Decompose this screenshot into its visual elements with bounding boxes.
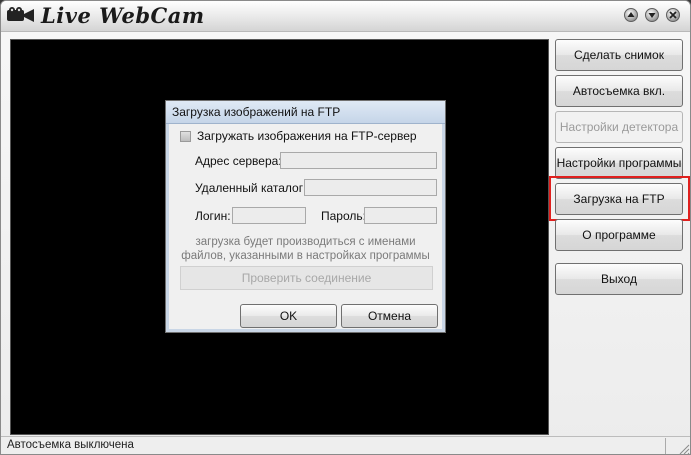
auto-capture-button[interactable]: Автосъемка вкл. xyxy=(555,75,683,107)
ok-button[interactable]: OK xyxy=(240,304,337,328)
resize-grip-icon[interactable] xyxy=(678,443,690,455)
app-window: Live WebCam Сделать снимок Автосъемка вк… xyxy=(0,0,691,455)
server-label: Адрес сервера: xyxy=(195,154,282,168)
minimize-icon[interactable] xyxy=(645,8,659,22)
ftp-upload-button[interactable]: Загрузка на FTP xyxy=(555,183,683,215)
detector-settings-button[interactable]: Настройки детектора xyxy=(555,111,683,143)
ftp-enable-checkbox[interactable] xyxy=(180,131,191,142)
about-button[interactable]: О программе xyxy=(555,219,683,251)
camera-icon xyxy=(7,7,34,22)
test-connection-button[interactable]: Проверить соединение xyxy=(180,266,433,290)
password-label: Пароль: xyxy=(321,209,366,223)
window-title: Live WebCam xyxy=(41,3,205,28)
password-field[interactable] xyxy=(364,207,437,224)
status-bar: Автосъемка выключена xyxy=(1,436,690,455)
exit-button[interactable]: Выход xyxy=(555,263,683,295)
help-icon[interactable] xyxy=(624,8,638,22)
login-label: Логин: xyxy=(195,209,231,223)
snapshot-button[interactable]: Сделать снимок xyxy=(555,39,683,71)
cancel-button[interactable]: Отмена xyxy=(341,304,438,328)
dialog-title-bar[interactable]: Загрузка изображений на FTP xyxy=(166,101,445,124)
ftp-dialog: Загрузка изображений на FTP Загружать из… xyxy=(165,100,446,333)
upload-note-line1: загрузка будет производиться с именами xyxy=(195,236,416,248)
login-field[interactable] xyxy=(232,207,306,224)
ftp-enable-label: Загружать изображения на FTP-сервер xyxy=(197,129,417,143)
upload-note-line2: файлов, указанными в настройках программ… xyxy=(181,250,430,262)
close-icon[interactable] xyxy=(666,8,680,22)
remote-dir-label: Удаленный каталог: xyxy=(195,181,307,195)
server-field[interactable] xyxy=(280,152,437,169)
upload-note: загрузка будет производиться с именами ф… xyxy=(171,235,440,263)
program-settings-button[interactable]: Настройки программы xyxy=(555,147,683,179)
dialog-title: Загрузка изображений на FTP xyxy=(172,105,341,119)
remote-dir-field[interactable] xyxy=(304,179,437,196)
title-bar[interactable]: Live WebCam xyxy=(1,1,690,32)
status-separator xyxy=(665,438,666,454)
dialog-body: Загружать изображения на FTP-сервер Адре… xyxy=(171,124,440,328)
status-text: Автосъемка выключена xyxy=(7,439,134,451)
